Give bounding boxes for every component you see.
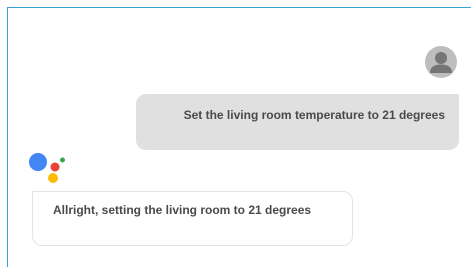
assistant-message-text: Allright, setting the living room to 21 … (53, 203, 312, 217)
user-message-text: Set the living room temperature to 21 de… (183, 108, 445, 122)
assistant-message-bubble: Allright, setting the living room to 21 … (32, 191, 353, 246)
google-assistant-icon (28, 150, 72, 186)
user-message-bubble: Set the living room temperature to 21 de… (136, 94, 459, 150)
user-avatar-icon (425, 46, 457, 78)
